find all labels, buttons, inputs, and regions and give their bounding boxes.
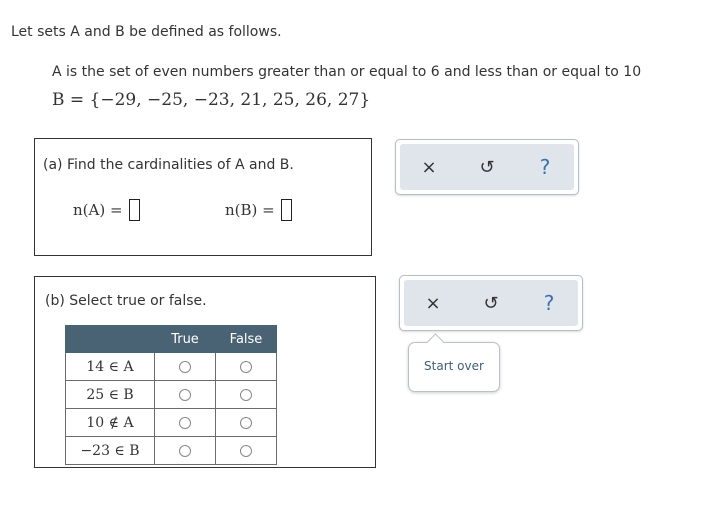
true-radio[interactable] [179, 416, 191, 429]
statement-cell: 25 ∈ B [65, 380, 155, 409]
false-radio[interactable] [240, 360, 252, 373]
table-row: −23 ∈ B [65, 436, 277, 465]
table-row: 25 ∈ B [65, 380, 277, 409]
true-false-table: True False 14 ∈ A 25 ∈ B 10 ∉ A −23 ∈ B [65, 325, 277, 465]
statement-cell: 14 ∈ A [65, 352, 155, 381]
cardinality-a-row: n(A) = [73, 199, 140, 221]
start-over-tooltip-text: Start over [424, 359, 484, 373]
set-b-definition: B = {−29, −25, −23, 21, 25, 26, 27} [52, 90, 371, 110]
na-label: n(A) = [73, 201, 123, 219]
false-radio[interactable] [240, 388, 252, 401]
table-row: 10 ∉ A [65, 408, 277, 437]
table-header-row: True False [65, 325, 277, 353]
true-header: True [154, 325, 216, 353]
statement-cell: 10 ∉ A [65, 408, 155, 437]
help-icon[interactable]: ? [534, 288, 564, 318]
part-b-box: (b) Select true or false. True False 14 … [34, 276, 376, 468]
undo-icon[interactable]: ↺ [476, 288, 506, 318]
set-a-definition: A is the set of even numbers greater tha… [52, 64, 642, 80]
close-icon[interactable]: × [418, 288, 448, 318]
nb-label: n(B) = [225, 201, 275, 219]
nb-answer-box[interactable] [280, 199, 292, 221]
part-a-toolbar: × ↺ ? [395, 139, 579, 195]
true-radio[interactable] [179, 388, 191, 401]
part-b-title: (b) Select true or false. [45, 293, 207, 309]
statement-cell: −23 ∈ B [65, 436, 155, 465]
start-over-tooltip: Start over [408, 342, 500, 392]
undo-icon[interactable]: ↺ [472, 152, 502, 182]
part-b-toolbar: × ↺ ? [399, 275, 583, 331]
close-icon[interactable]: × [414, 152, 444, 182]
part-a-title: (a) Find the cardinalities of A and B. [43, 157, 294, 173]
table-row: 14 ∈ A [65, 352, 277, 381]
false-header: False [215, 325, 277, 353]
na-answer-box[interactable] [128, 199, 140, 221]
true-radio[interactable] [179, 360, 191, 373]
true-radio[interactable] [179, 444, 191, 457]
false-radio[interactable] [240, 444, 252, 457]
false-radio[interactable] [240, 416, 252, 429]
part-a-box: (a) Find the cardinalities of A and B. n… [34, 138, 372, 256]
help-icon[interactable]: ? [530, 152, 560, 182]
instruction-text: Let sets A and B be defined as follows. [11, 24, 282, 40]
cardinality-b-row: n(B) = [225, 199, 292, 221]
